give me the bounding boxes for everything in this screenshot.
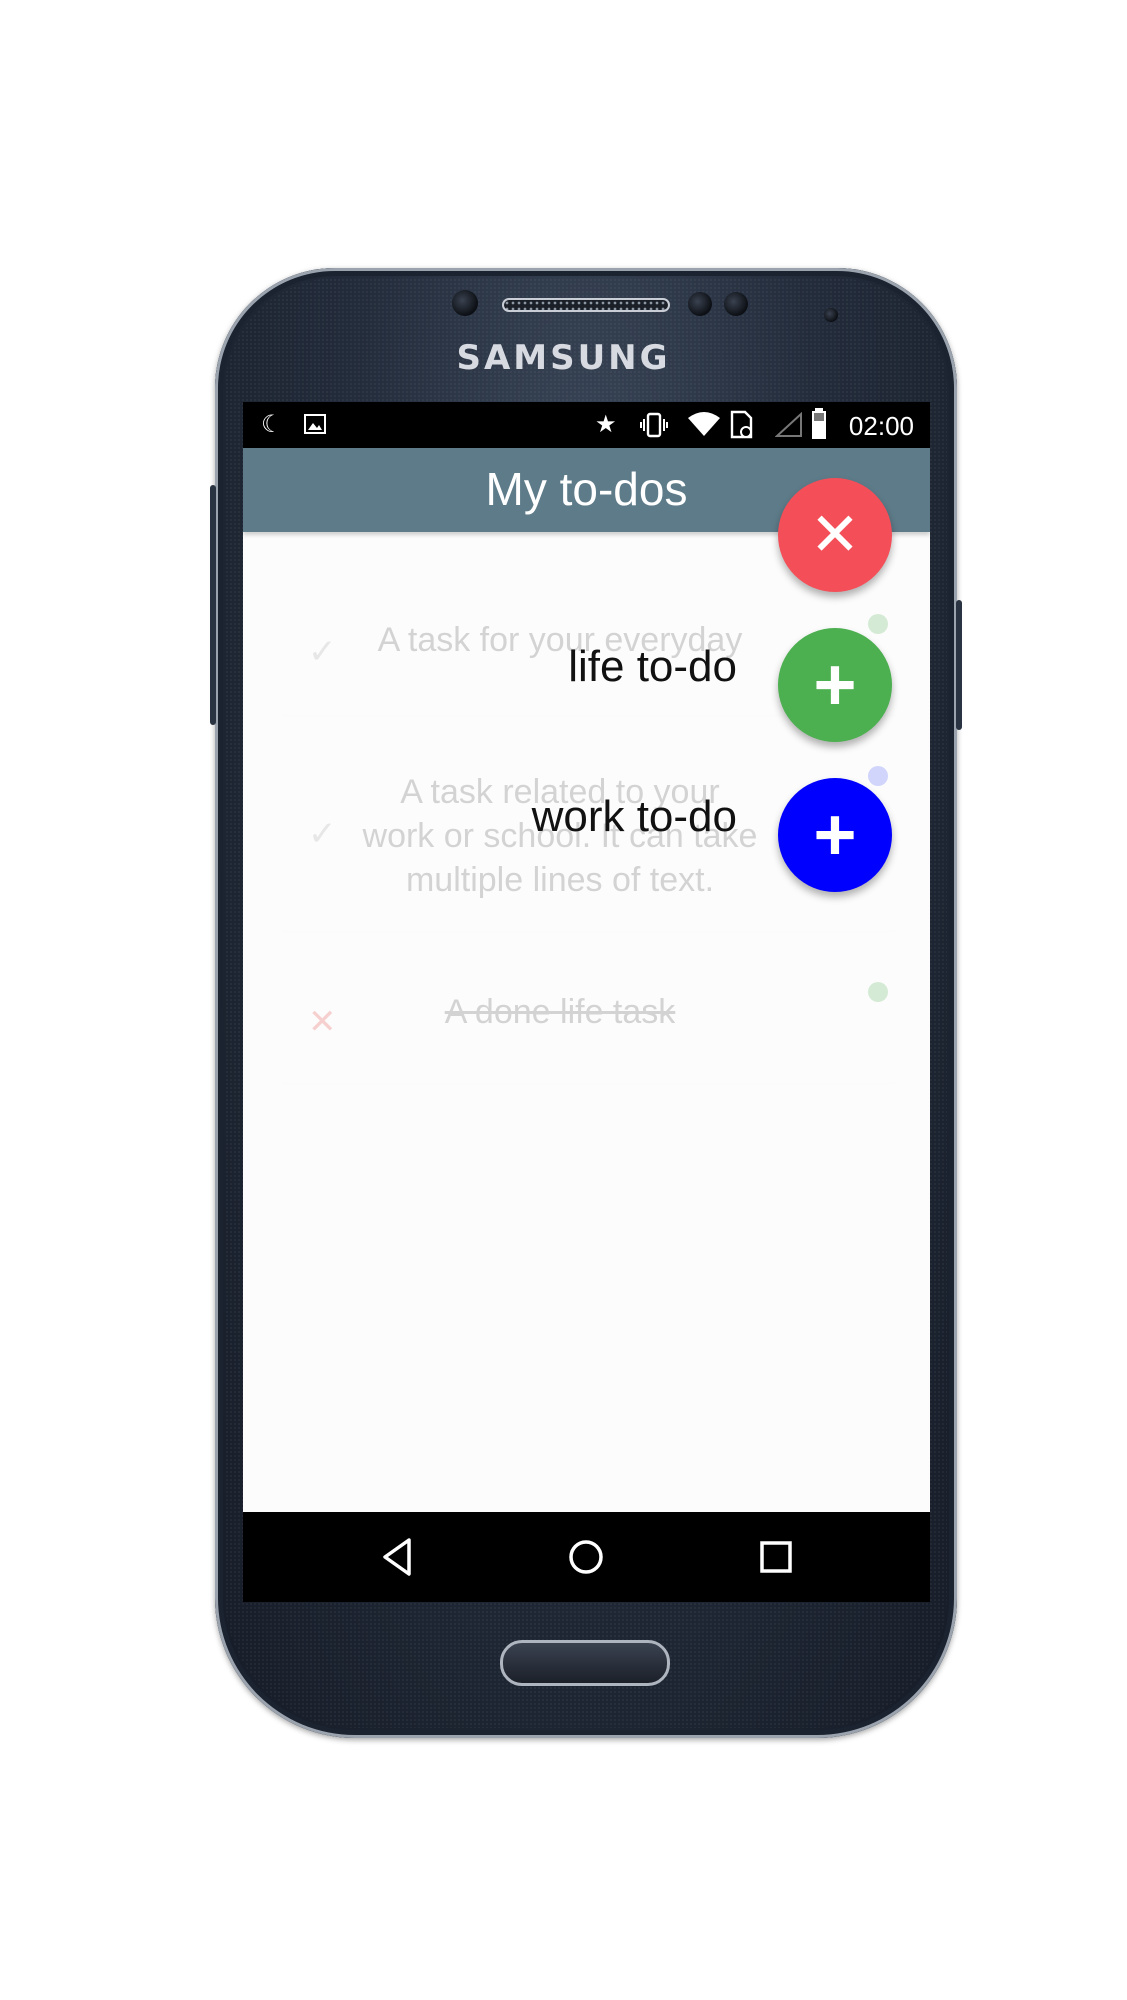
front-camera [452,290,478,316]
uncheck-icon[interactable]: ✕ [308,1002,337,1042]
star-icon: ★ [595,411,617,438]
signal-icon [774,411,803,445]
check-icon[interactable]: ✓ [308,632,337,672]
sim-icon [729,410,755,447]
add-life-todo-button[interactable]: + [778,628,892,742]
volume-button [210,485,216,725]
moon-icon: ☾ [261,411,283,438]
category-dot-work [868,766,888,786]
task-text: A done life task [444,993,676,1031]
check-icon[interactable]: ✓ [308,814,337,854]
status-bar: ☾ ★ 02:00 [243,402,930,448]
light-sensor [724,292,748,316]
plus-icon: + [813,643,857,726]
hardware-home-button[interactable] [500,1640,670,1686]
earpiece-speaker [502,298,670,312]
battery-icon [811,408,827,447]
sensor-dot [824,308,838,322]
recents-icon[interactable] [751,1532,801,1582]
wifi-icon [687,412,721,445]
category-dot-life [868,982,888,1002]
plus-icon: + [813,793,857,876]
add-work-todo-button[interactable]: + [778,778,892,892]
image-icon [303,412,327,443]
category-dot-life [868,614,888,634]
power-button [956,600,962,730]
work-todo-label[interactable]: work to-do [532,792,737,842]
proximity-sensor [688,292,712,316]
status-time: 02:00 [848,411,914,441]
screen: ☾ ★ 02:00 My to-dos ✓ A task for your ev… [243,402,930,1602]
nav-bar [243,1512,930,1602]
life-todo-label[interactable]: life to-do [568,642,737,692]
back-icon[interactable] [373,1532,423,1582]
vibrate-icon [639,412,669,445]
home-icon[interactable] [561,1532,611,1582]
brand-logo: SAMSUNG [456,338,671,378]
close-fab-button[interactable]: ✕ [778,478,892,592]
task-card[interactable]: ✕ A done life task [280,970,898,1082]
close-icon: ✕ [809,501,861,568]
